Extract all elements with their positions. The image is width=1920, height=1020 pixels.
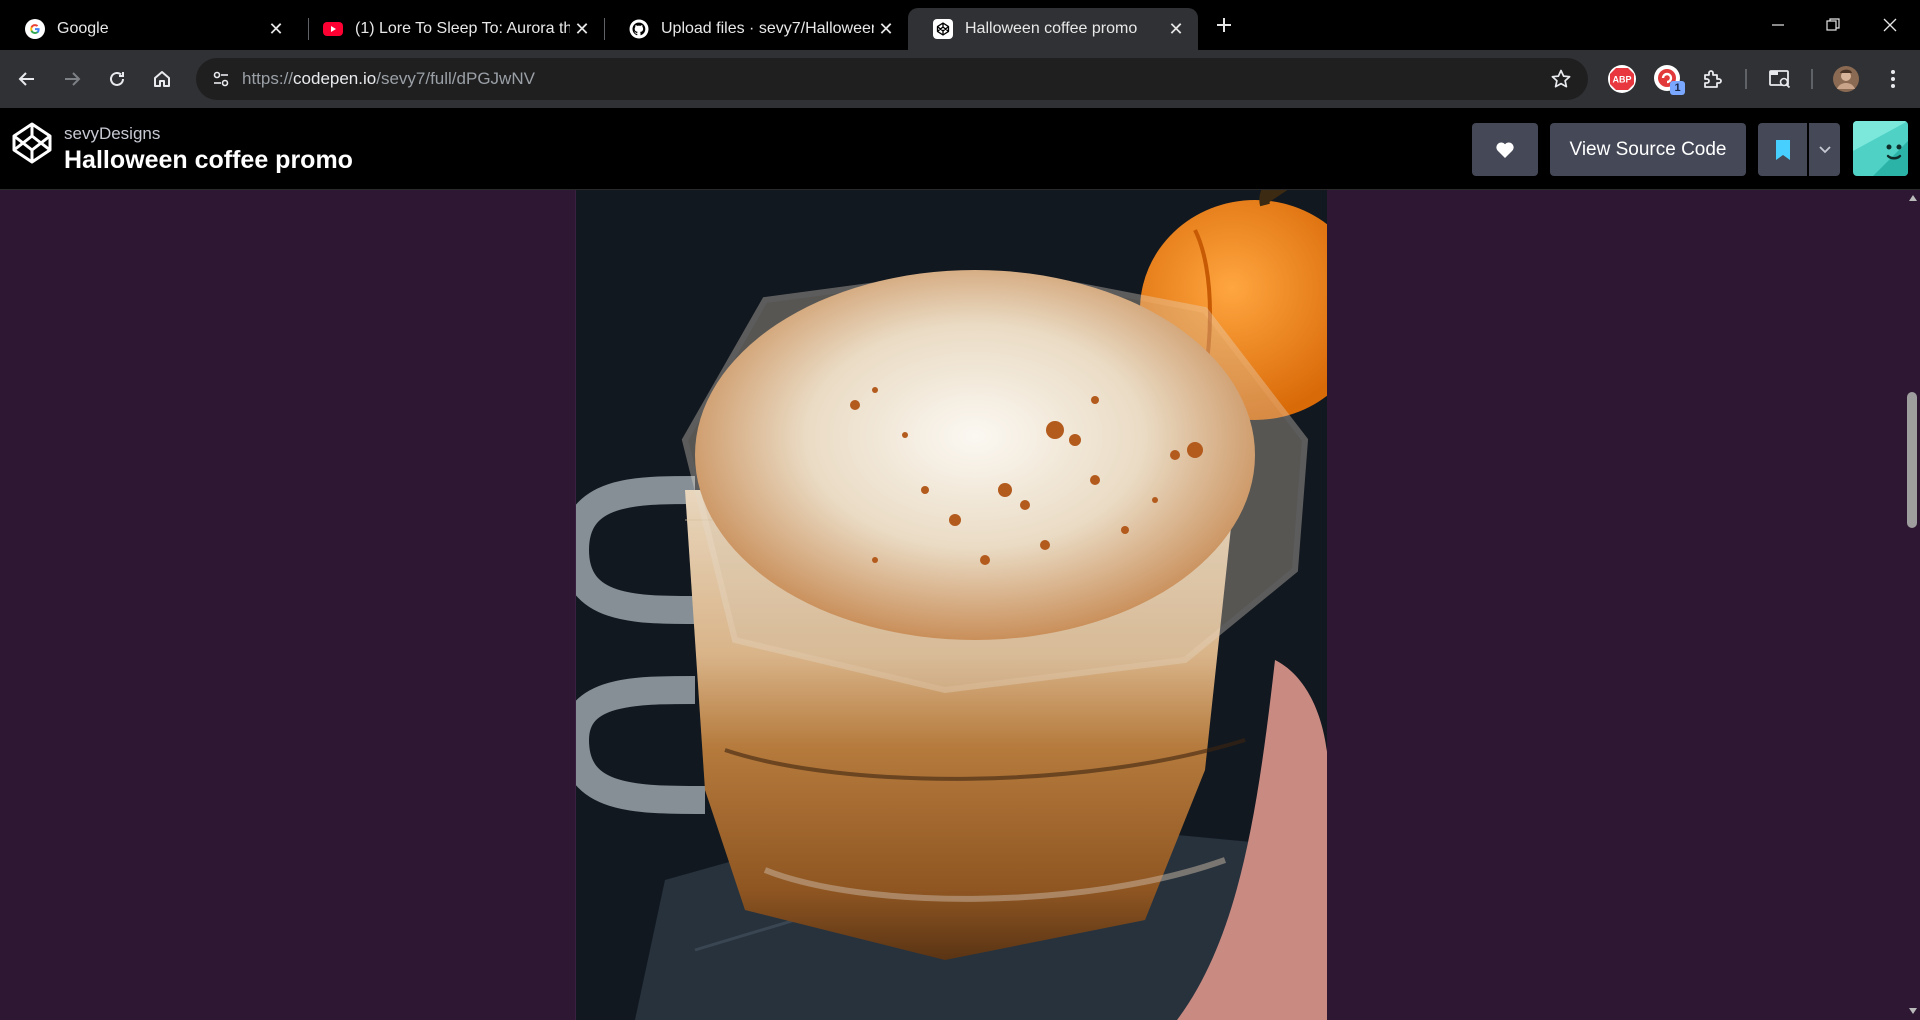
extensions-button[interactable] <box>1697 63 1729 95</box>
svg-text:ABP: ABP <box>1612 75 1631 85</box>
close-icon[interactable]: ✕ <box>264 17 288 41</box>
youtube-icon <box>323 19 343 39</box>
bookmark-button[interactable] <box>1758 123 1807 176</box>
kebab-menu-icon <box>1891 70 1895 88</box>
puzzle-icon <box>1704 70 1722 88</box>
tab-youtube[interactable]: (1) Lore To Sleep To: Aurora the ✕ <box>298 8 604 50</box>
home-button[interactable] <box>146 63 178 95</box>
tab-google[interactable]: Google ✕ <box>0 8 298 50</box>
scrollbar-thumb[interactable] <box>1907 392 1917 528</box>
tab-title: Halloween coffee promo <box>965 20 1138 37</box>
bookmark-dropdown-button[interactable] <box>1809 123 1840 176</box>
profile-avatar-button[interactable] <box>1830 63 1862 95</box>
plus-icon <box>1217 18 1231 32</box>
browser-tab-bar: Google ✕ (1) Lore To Sleep To: Aurora th… <box>0 0 1920 50</box>
codepen-icon <box>933 19 953 39</box>
reload-button[interactable] <box>101 63 133 95</box>
bookmark-icon <box>1775 139 1790 160</box>
pen-title: Halloween coffee promo <box>64 146 353 174</box>
arrow-right-icon <box>65 72 81 86</box>
scroll-down-arrow-icon[interactable] <box>1909 1008 1917 1014</box>
tab-search-icon <box>1769 70 1791 89</box>
url-path: /sevy7/full/dPGJwNV <box>376 69 535 88</box>
pen-author-link[interactable]: sevyDesigns <box>64 124 160 144</box>
user-avatar[interactable] <box>1853 121 1908 176</box>
url-host: codepen.io <box>293 69 377 88</box>
pen-preview <box>0 190 1905 1020</box>
adblock-icon: ABP <box>1608 65 1636 93</box>
bookmark-star-icon[interactable] <box>1550 68 1572 90</box>
close-window-button[interactable] <box>1872 10 1908 40</box>
codepen-logo-icon[interactable] <box>10 121 54 165</box>
close-icon <box>1883 18 1897 32</box>
notification-badge: 1 <box>1670 81 1685 95</box>
toolbar-divider <box>1745 69 1747 89</box>
close-icon[interactable]: ✕ <box>570 17 594 41</box>
toolbar-divider <box>1811 69 1813 89</box>
heart-icon <box>1496 141 1514 158</box>
url-text[interactable]: https://codepen.io/sevy7/full/dPGJwNV <box>242 69 535 89</box>
restore-icon <box>1826 18 1840 31</box>
minimize-button[interactable] <box>1760 10 1796 40</box>
browser-toolbar: https://codepen.io/sevy7/full/dPGJwNV AB… <box>0 50 1920 108</box>
close-icon[interactable]: ✕ <box>1164 17 1188 41</box>
tab-title: Google <box>57 20 109 37</box>
tab-title: Upload files · sevy7/Halloween- <box>661 20 874 37</box>
minimize-icon <box>1772 24 1784 26</box>
arrow-left-icon <box>18 72 34 86</box>
forward-button[interactable] <box>56 63 88 95</box>
scroll-up-arrow-icon[interactable] <box>1909 195 1917 201</box>
pumpkin-spice-latte-photo <box>575 190 1327 1020</box>
tab-github[interactable]: Upload files · sevy7/Halloween- ✕ <box>604 8 908 50</box>
profile-avatar-icon <box>1833 66 1859 92</box>
back-button[interactable] <box>11 63 43 95</box>
reload-icon <box>110 71 124 86</box>
new-tab-button[interactable] <box>1210 11 1238 39</box>
tab-title: (1) Lore To Sleep To: Aurora the <box>355 20 570 37</box>
like-button[interactable] <box>1472 123 1538 176</box>
adblock-extension-button[interactable]: ABP <box>1606 63 1638 95</box>
cast-search-button[interactable] <box>1764 63 1796 95</box>
avatar-icon <box>1853 121 1908 176</box>
github-icon <box>629 19 649 39</box>
page-scrollbar[interactable] <box>1905 190 1920 1020</box>
view-source-code-button[interactable]: View Source Code <box>1550 123 1746 176</box>
url-scheme: https:// <box>242 69 294 88</box>
codepen-header: sevyDesigns Halloween coffee promo View … <box>0 108 1920 190</box>
browser-menu-button[interactable] <box>1877 63 1909 95</box>
close-icon[interactable]: ✕ <box>874 17 898 41</box>
tab-codepen-active[interactable]: Halloween coffee promo ✕ <box>908 8 1198 50</box>
home-icon <box>154 71 170 87</box>
chevron-down-icon <box>1818 145 1831 153</box>
address-bar[interactable]: https://codepen.io/sevy7/full/dPGJwNV <box>196 58 1588 100</box>
google-icon <box>25 19 45 39</box>
restore-button[interactable] <box>1815 10 1851 40</box>
extension-with-badge-button[interactable]: 1 <box>1652 63 1685 95</box>
site-info-icon[interactable] <box>208 66 234 92</box>
